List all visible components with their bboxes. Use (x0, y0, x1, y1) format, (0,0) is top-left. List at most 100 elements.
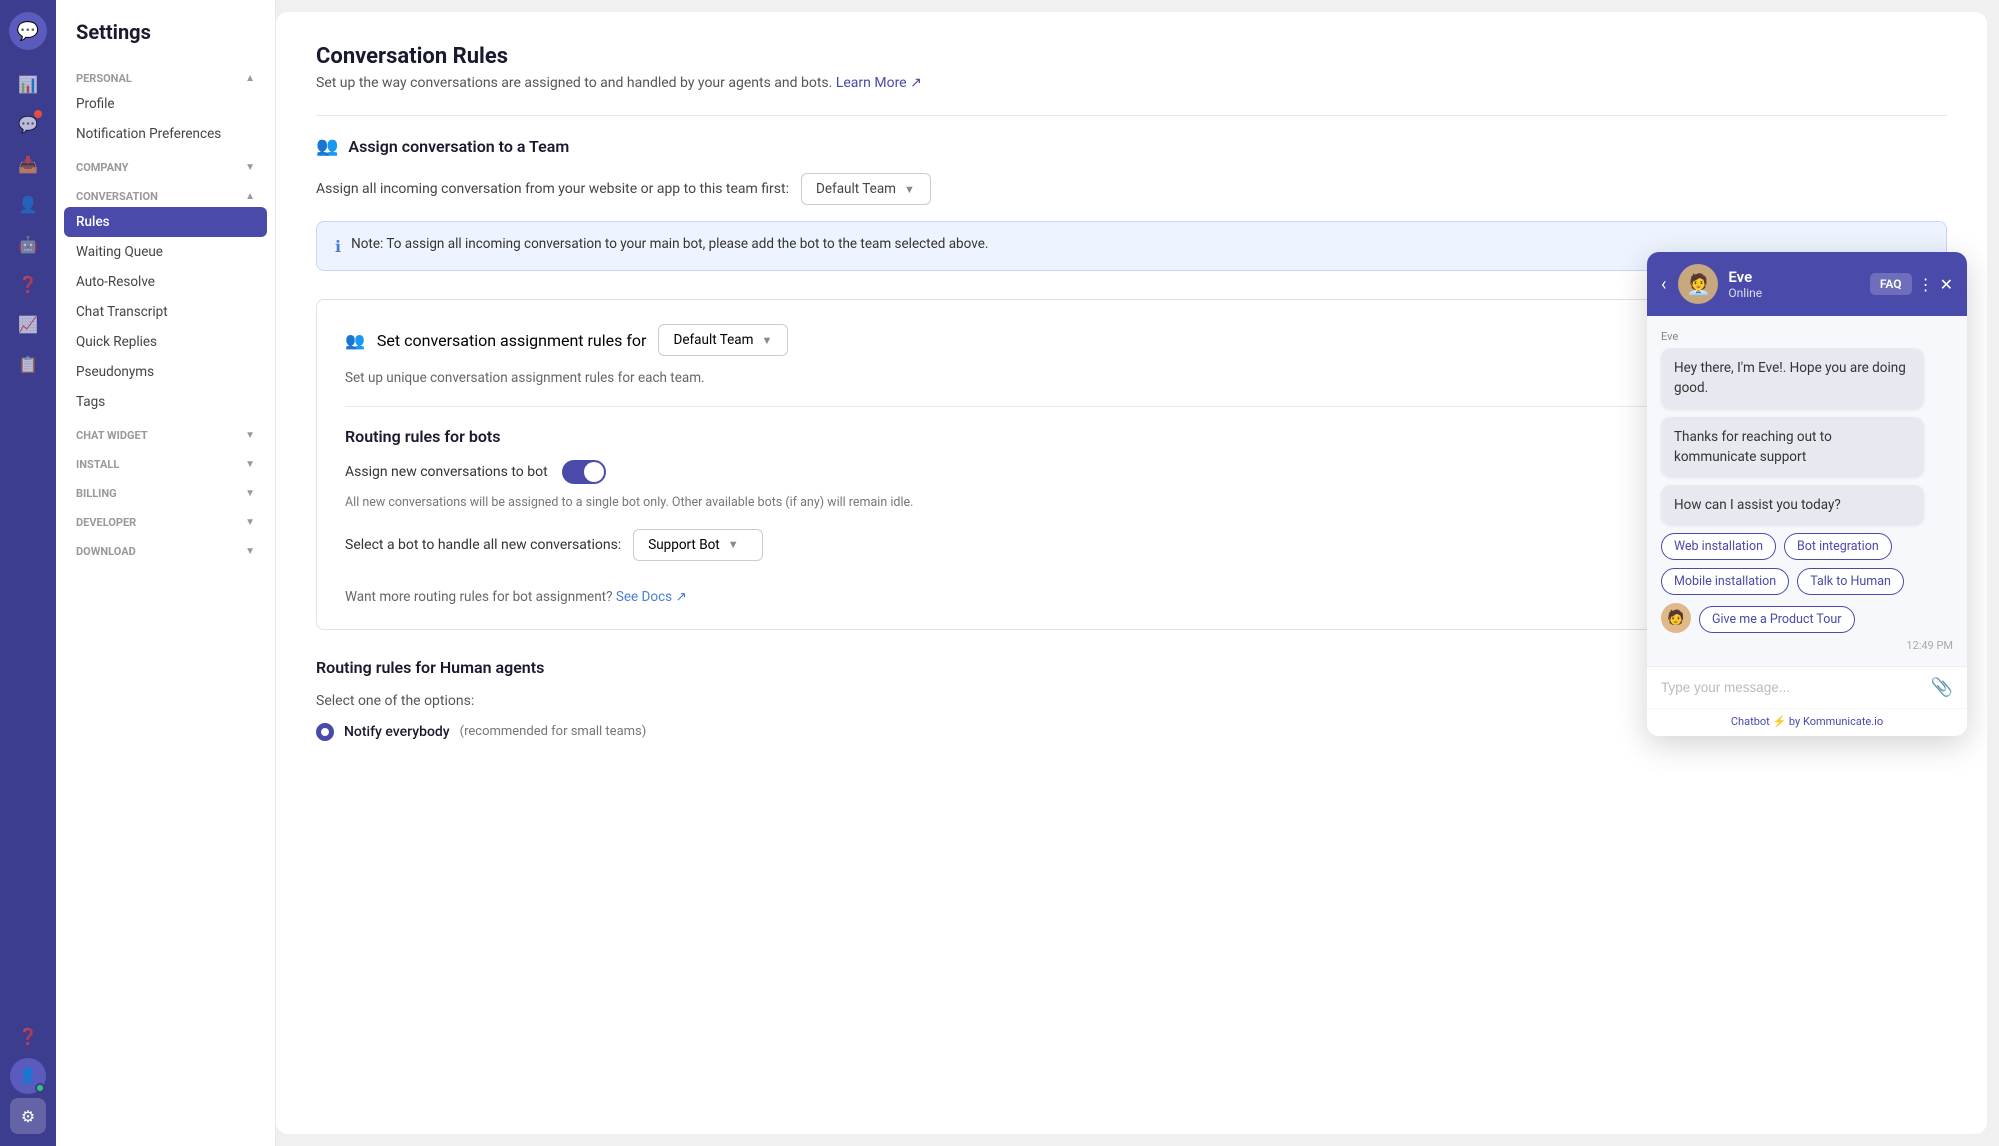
sidebar-item-notification-preferences[interactable]: Notification Preferences (56, 119, 275, 149)
section-personal-label: PERSONAL (76, 72, 132, 85)
chat-agent-status: Online (1728, 286, 1859, 300)
section-install-label: INSTALL (76, 458, 119, 471)
select-bot-label: Select a bot to handle all new conversat… (345, 537, 621, 553)
chat-agent-avatar: 🧑‍💼 (1678, 264, 1718, 304)
section-chat-widget[interactable]: CHAT WIDGET ▼ (56, 417, 275, 446)
set-rules-select-arrow: ▼ (761, 334, 772, 347)
inbox-icon[interactable]: 📥 (10, 146, 46, 182)
chat-header-actions: FAQ ⋮ ✕ (1870, 273, 1953, 295)
sidebar-item-tags[interactable]: Tags (56, 387, 275, 417)
assign-team-row: Assign all incoming conversation from yo… (316, 173, 1947, 205)
chevron-down-icon-5: ▼ (245, 517, 255, 528)
sidebar-item-rules[interactable]: Rules (64, 207, 267, 237)
chat-body: Eve Hey there, I'm Eve!. Hope you are do… (1647, 316, 1967, 666)
page-subtitle: Set up the way conversations are assigne… (316, 75, 1947, 91)
notify-everybody-radio[interactable] (316, 723, 334, 741)
bot-select-arrow: ▼ (728, 538, 739, 551)
set-rules-team-select[interactable]: Default Team ▼ (658, 324, 788, 356)
user-avatar[interactable]: 👤 (10, 1058, 46, 1094)
bot-select[interactable]: Support Bot ▼ (633, 529, 763, 561)
chevron-down-icon-3: ▼ (245, 459, 255, 470)
bot-toggle[interactable] (562, 460, 606, 484)
assign-team-title: Assign conversation to a Team (348, 137, 569, 156)
toggle-knob (584, 462, 604, 482)
chat-back-button[interactable]: ‹ (1661, 274, 1666, 295)
section-billing[interactable]: BILLING ▼ (56, 475, 275, 504)
chat-icon[interactable]: 💬 (10, 106, 46, 142)
chat-footer-text: Chatbot ⚡ by Kommunicate.io (1731, 715, 1883, 728)
sidebar-title: Settings (56, 0, 275, 60)
assign-team-header: 👥 Assign conversation to a Team (316, 136, 1947, 157)
learn-more-link[interactable]: Learn More ↗ (836, 75, 922, 91)
team-icon: 👥 (316, 136, 338, 157)
section-personal[interactable]: PERSONAL ▲ (56, 60, 275, 89)
chat-bubble-1: Hey there, I'm Eve!. Hope you are doing … (1661, 348, 1924, 409)
chat-menu-icon[interactable]: ⋮ (1918, 275, 1934, 294)
section-conversation-label: CONVERSATION (76, 190, 158, 203)
divider-1 (316, 115, 1947, 116)
chat-faq-button[interactable]: FAQ (1870, 273, 1912, 295)
see-docs-link[interactable]: See Docs ↗ (616, 589, 687, 605)
section-developer[interactable]: DEVELOPER ▼ (56, 504, 275, 533)
chip-web-installation[interactable]: Web installation (1661, 533, 1776, 560)
chat-agent-info: Eve Online (1728, 268, 1859, 300)
bot-icon[interactable]: 🤖 (10, 226, 46, 262)
help-icon[interactable]: ❓ (10, 266, 46, 302)
chat-agent-name: Eve (1728, 268, 1859, 286)
assign-team-label: Assign all incoming conversation from yo… (316, 181, 789, 197)
section-billing-label: BILLING (76, 487, 117, 500)
default-team-select[interactable]: Default Team ▼ (801, 173, 931, 205)
nav-sidebar: Settings PERSONAL ▲ Profile Notification… (56, 0, 276, 1146)
set-rules-team-value: Default Team (673, 332, 753, 348)
help-bottom-icon[interactable]: ❓ (10, 1018, 46, 1054)
chip-mobile-installation[interactable]: Mobile installation (1661, 568, 1789, 595)
assign-team-section: 👥 Assign conversation to a Team Assign a… (316, 136, 1947, 271)
main-content: Conversation Rules Set up the way conver… (276, 12, 1987, 1134)
chat-timestamp: 12:49 PM (1661, 639, 1953, 652)
section-company-label: COMPANY (76, 161, 128, 174)
page-subtitle-text: Set up the way conversations are assigne… (316, 75, 832, 91)
chat-message-input[interactable] (1661, 680, 1923, 695)
page-title: Conversation Rules (316, 44, 1947, 69)
dashboard-icon[interactable]: 📊 (10, 66, 46, 102)
user-chip-row: 🧑 Give me a Product Tour (1661, 603, 1953, 633)
chevron-down-icon-6: ▼ (245, 546, 255, 557)
notify-everybody-label: Notify everybody (344, 724, 450, 740)
rules-team-icon: 👥 (345, 331, 365, 350)
section-download-label: DOWNLOAD (76, 545, 136, 558)
sidebar-item-pseudonyms[interactable]: Pseudonyms (56, 357, 275, 387)
contacts-icon[interactable]: 👤 (10, 186, 46, 222)
settings-icon[interactable]: ⚙ (10, 1098, 46, 1134)
section-chat-widget-label: CHAT WIDGET (76, 429, 148, 442)
chat-footer: Chatbot ⚡ by Kommunicate.io (1647, 708, 1967, 736)
app-logo[interactable]: 💬 (9, 12, 47, 50)
sidebar-item-profile[interactable]: Profile (56, 89, 275, 119)
sidebar-item-waiting-queue[interactable]: Waiting Queue (56, 237, 275, 267)
info-icon: ℹ (335, 237, 341, 256)
assign-bot-label: Assign new conversations to bot (345, 464, 548, 480)
chat-header: ‹ 🧑‍💼 Eve Online FAQ ⋮ ✕ (1647, 252, 1967, 316)
chat-bubble-2: Thanks for reaching out to kommunicate s… (1661, 417, 1924, 478)
attach-icon[interactable]: 📎 (1931, 677, 1953, 698)
section-download[interactable]: DOWNLOAD ▼ (56, 533, 275, 562)
section-company[interactable]: COMPANY ▼ (56, 149, 275, 178)
campaigns-icon[interactable]: 📋 (10, 346, 46, 382)
docs-text: Want more routing rules for bot assignme… (345, 589, 612, 605)
icon-sidebar: 💬 📊 💬 📥 👤 🤖 ❓ 📈 📋 ❓ 👤 ⚙ (0, 0, 56, 1146)
user-chip-product-tour[interactable]: Give me a Product Tour (1699, 606, 1855, 633)
chip-talk-to-human[interactable]: Talk to Human (1797, 568, 1904, 595)
section-conversation[interactable]: CONVERSATION ▲ (56, 178, 275, 207)
sidebar-item-auto-resolve[interactable]: Auto-Resolve (56, 267, 275, 297)
default-team-value: Default Team (816, 181, 896, 197)
chat-close-button[interactable]: ✕ (1940, 275, 1953, 294)
chat-input-area: 📎 (1647, 666, 1967, 708)
chat-widget-overlay: ‹ 🧑‍💼 Eve Online FAQ ⋮ ✕ Eve Hey there, … (1647, 252, 1967, 736)
notify-everybody-sublabel: (recommended for small teams) (460, 724, 647, 739)
chip-bot-integration[interactable]: Bot integration (1784, 533, 1892, 560)
sidebar-item-chat-transcript[interactable]: Chat Transcript (56, 297, 275, 327)
reports-icon[interactable]: 📈 (10, 306, 46, 342)
sidebar-item-quick-replies[interactable]: Quick Replies (56, 327, 275, 357)
section-install[interactable]: INSTALL ▼ (56, 446, 275, 475)
chevron-down-icon: ▼ (245, 162, 255, 173)
chevron-down-icon-4: ▼ (245, 488, 255, 499)
